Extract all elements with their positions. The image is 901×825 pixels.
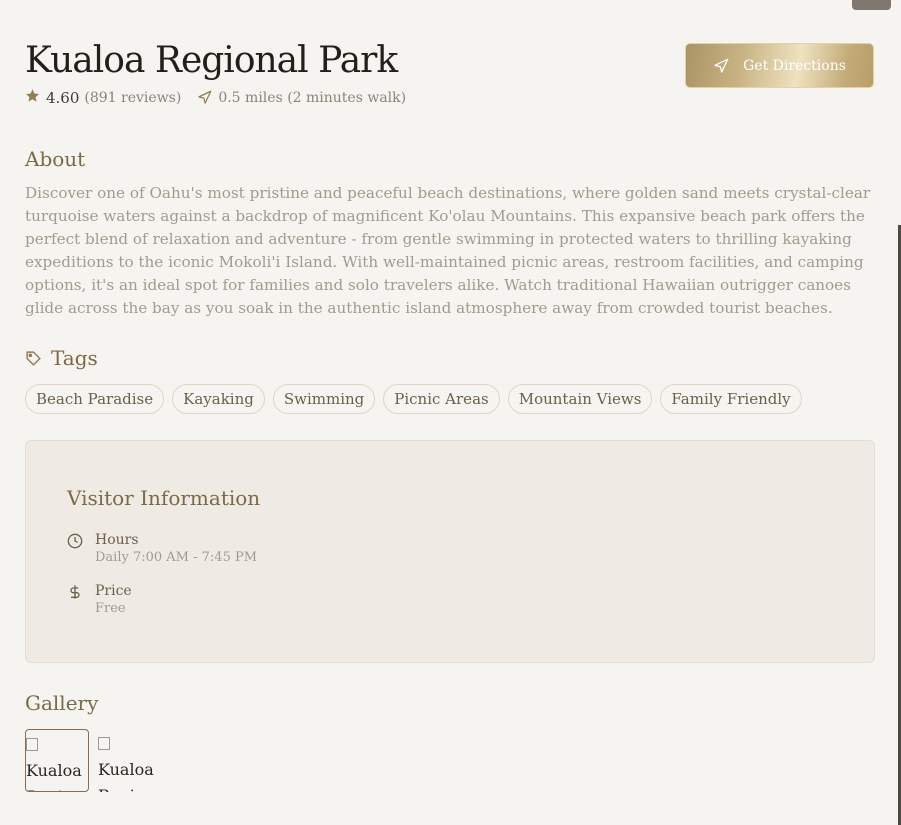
gallery-image-alt: Kualoa Regional Park	[98, 760, 162, 792]
place-meta: 4.60 (891 reviews) 0.5 miles (2 minutes …	[25, 88, 406, 107]
gallery-heading: Gallery	[25, 691, 99, 715]
hours-row: Hours Daily 7:00 AM - 7:45 PM	[67, 532, 257, 565]
close-button[interactable]	[852, 0, 891, 10]
about-heading: About	[25, 147, 86, 171]
price-label: Price	[95, 583, 132, 599]
get-directions-button[interactable]: Get Directions	[685, 43, 874, 88]
distance: 0.5 miles (2 minutes walk)	[218, 89, 407, 106]
tag-beach-paradise[interactable]: Beach Paradise	[25, 384, 165, 414]
price-row: Price Free	[67, 583, 132, 616]
rating-value: 4.60	[46, 88, 80, 107]
visitor-info-card: Visitor Information Hours Daily 7:00 AM …	[25, 440, 875, 663]
tag-picnic-areas[interactable]: Picnic Areas	[383, 384, 500, 414]
gallery-thumbnail[interactable]: Kualoa Regional Park	[98, 729, 162, 792]
get-directions-label: Get Directions	[743, 57, 846, 74]
tags-heading-label: Tags	[51, 346, 98, 370]
tag-icon	[25, 350, 42, 367]
navigation-arrow-icon	[713, 58, 729, 74]
star-icon	[25, 88, 40, 107]
tag-family-friendly[interactable]: Family Friendly	[660, 384, 802, 414]
broken-image-icon	[26, 738, 38, 751]
dollar-icon	[67, 584, 83, 616]
tag-swimming[interactable]: Swimming	[272, 384, 376, 414]
hours-label: Hours	[95, 532, 139, 548]
tags-heading: Tags	[25, 346, 98, 370]
clock-icon	[67, 533, 83, 565]
tag-mountain-views[interactable]: Mountain Views	[507, 384, 653, 414]
tag-list: Beach Paradise Kayaking Swimming Picnic …	[25, 384, 802, 414]
about-text: Discover one of Oahu's most pristine and…	[25, 184, 871, 317]
hours-value: Daily 7:00 AM - 7:45 PM	[95, 550, 258, 565]
review-count: (891 reviews)	[84, 89, 182, 106]
visitor-info-heading: Visitor Information	[67, 486, 261, 510]
broken-image-icon	[98, 737, 110, 750]
price-value: Free	[95, 601, 126, 616]
gallery-thumbnail[interactable]: Kualoa Regional Park	[25, 729, 89, 792]
page-title: Kualoa Regional Park	[25, 40, 398, 81]
tag-kayaking[interactable]: Kayaking	[172, 384, 265, 414]
navigation-arrow-icon	[197, 90, 212, 105]
gallery-image-alt: Kualoa Regional Park	[26, 761, 88, 791]
gallery: Kualoa Regional Park Kualoa Regional Par…	[25, 729, 162, 792]
